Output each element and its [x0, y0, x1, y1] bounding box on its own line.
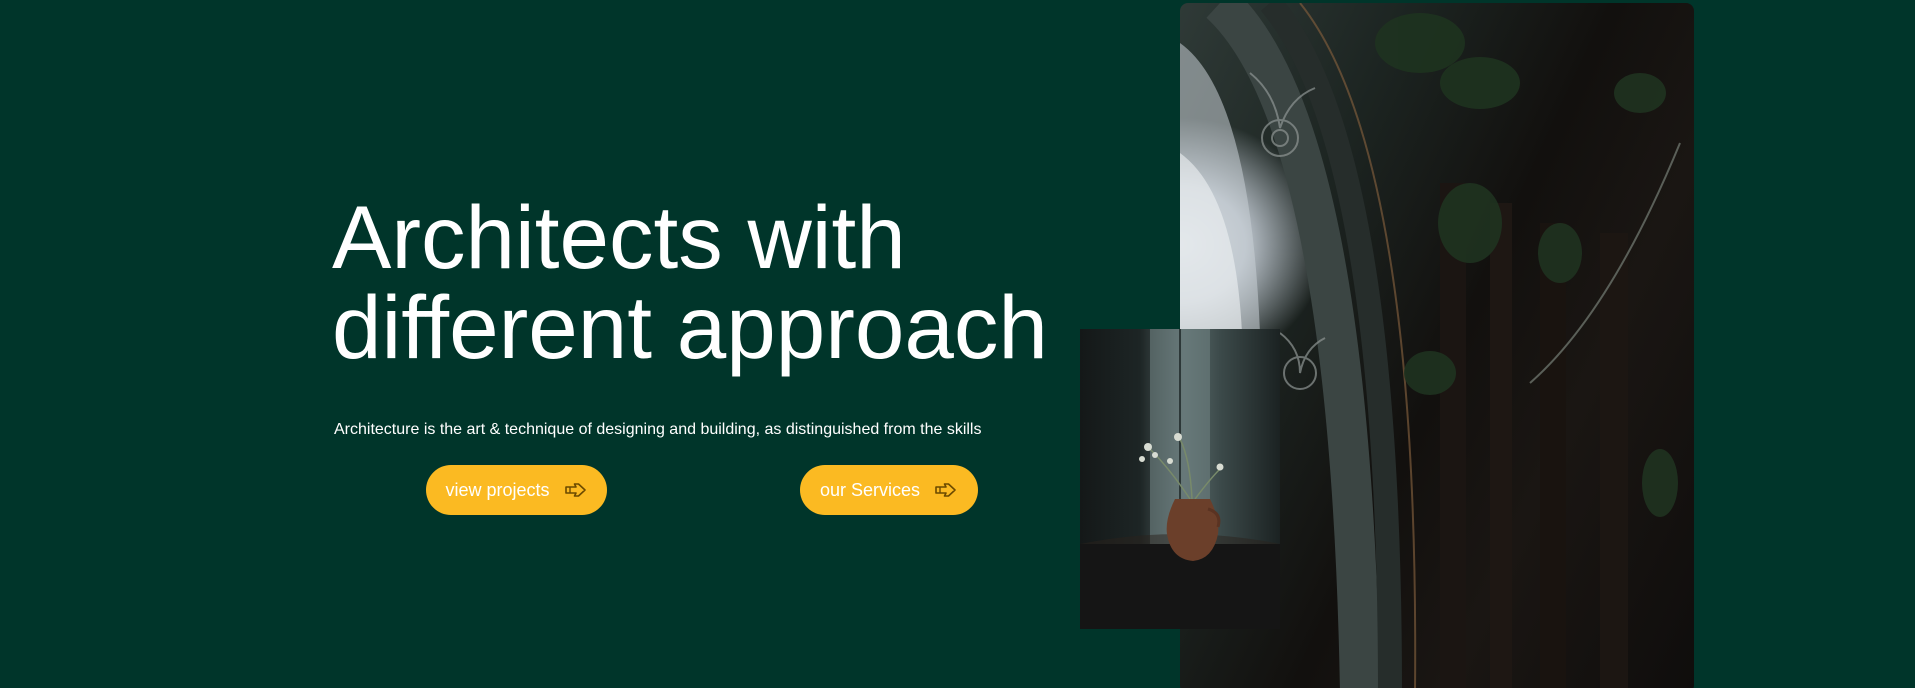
hand-pointing-right-icon	[564, 481, 588, 499]
hand-pointing-right-icon	[934, 481, 958, 499]
our-services-button[interactable]: our Services	[800, 465, 978, 515]
our-services-label: our Services	[819, 479, 921, 500]
hero-description: Architecture is the art & technique of d…	[334, 421, 982, 438]
vase-flowers-photo	[1080, 329, 1280, 629]
hero-headline: Architects with different approach	[332, 192, 1048, 372]
headline-line-2: different approach	[332, 277, 1048, 377]
view-projects-button[interactable]: view projects	[426, 465, 607, 515]
view-projects-label: view projects	[445, 479, 550, 500]
headline-line-1: Architects with	[332, 187, 906, 287]
hero-section: Architects with different approach Archi…	[0, 0, 1915, 688]
